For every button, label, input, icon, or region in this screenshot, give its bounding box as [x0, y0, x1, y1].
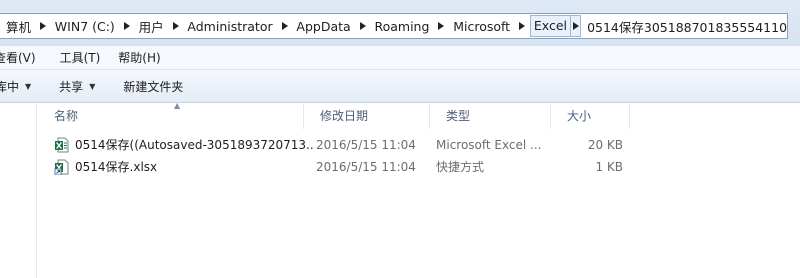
- file-row[interactable]: 0514保存.xlsx 2016/5/15 11:04 快捷方式 1 KB: [54, 157, 634, 177]
- file-modified: 2016/5/15 11:04: [316, 160, 416, 174]
- menu-tools[interactable]: 工具(T): [52, 49, 109, 66]
- address-bar[interactable]: 算机 WIN7 (C:) 用户 Administrator AppData Ro…: [0, 13, 788, 39]
- breadcrumb-microsoft[interactable]: Microsoft: [446, 14, 517, 38]
- file-row[interactable]: 0514保存((Autosaved-3051893720713... 2016/…: [54, 135, 634, 155]
- file-name[interactable]: 0514保存.xlsx: [75, 157, 315, 177]
- address-bar-area: 算机 WIN7 (C:) 用户 Administrator AppData Ro…: [0, 0, 800, 46]
- breadcrumb-separator-icon[interactable]: [280, 14, 290, 38]
- chevron-down-icon: ▼: [89, 81, 96, 91]
- breadcrumb-separator-icon[interactable]: [358, 14, 368, 38]
- column-header-name[interactable]: 名称: [38, 104, 304, 129]
- column-header-modified[interactable]: 修改日期: [304, 104, 430, 129]
- menu-help[interactable]: 帮助(H): [110, 49, 168, 66]
- include-in-library-button[interactable]: 库中 ▼: [0, 74, 40, 98]
- file-modified: 2016/5/15 11:04: [316, 138, 416, 152]
- menu-bar: 查看(V) 工具(T) 帮助(H): [0, 46, 800, 70]
- breadcrumb-label[interactable]: Microsoft: [446, 19, 517, 34]
- menu-view[interactable]: 查看(V): [0, 49, 44, 66]
- breadcrumb-label[interactable]: AppData: [289, 19, 357, 34]
- breadcrumb-drive[interactable]: WIN7 (C:): [48, 14, 122, 38]
- breadcrumb-appdata[interactable]: AppData: [289, 14, 357, 38]
- breadcrumb-excel[interactable]: Excel: [527, 14, 571, 38]
- share-label: 共享: [59, 79, 84, 94]
- file-list[interactable]: ▲ 名称 修改日期 类型 大小 0514保存((Autosaved-305189…: [38, 101, 800, 278]
- file-type: 快捷方式: [436, 160, 485, 174]
- file-size: 20 KB: [587, 138, 623, 152]
- navigation-pane[interactable]: [0, 104, 37, 278]
- command-toolbar: 库中 ▼ 共享 ▼ 新建文件夹: [0, 70, 800, 103]
- new-folder-label: 新建文件夹: [123, 79, 184, 94]
- excel-file-icon: [55, 137, 69, 153]
- chevron-down-icon: ▼: [25, 81, 32, 91]
- breadcrumb-separator-icon[interactable]: [436, 14, 446, 38]
- breadcrumb-current-folder[interactable]: 0514保存305188701835554110: [581, 17, 787, 36]
- new-folder-button[interactable]: 新建文件夹: [114, 74, 192, 98]
- include-in-library-label: 库中: [0, 79, 20, 94]
- breadcrumb-separator-icon[interactable]: [517, 14, 527, 38]
- file-type: Microsoft Excel ...: [436, 138, 542, 152]
- file-name[interactable]: 0514保存((Autosaved-3051893720713...: [75, 135, 315, 155]
- breadcrumb-label[interactable]: Excel: [529, 15, 571, 37]
- breadcrumb-label[interactable]: WIN7 (C:): [48, 19, 122, 34]
- breadcrumb-separator-icon[interactable]: [38, 14, 48, 38]
- breadcrumb-separator-icon[interactable]: [171, 14, 181, 38]
- column-header-row: ▲ 名称 修改日期 类型 大小: [38, 101, 800, 129]
- breadcrumb-label[interactable]: Roaming: [367, 19, 436, 34]
- breadcrumb-computer[interactable]: 算机: [0, 14, 38, 38]
- file-size: 1 KB: [595, 160, 623, 174]
- breadcrumb-users[interactable]: 用户: [132, 14, 171, 38]
- column-header-type[interactable]: 类型: [430, 104, 551, 129]
- breadcrumb-separator-icon[interactable]: [571, 15, 582, 37]
- breadcrumb-administrator[interactable]: Administrator: [180, 14, 279, 38]
- share-button[interactable]: 共享 ▼: [50, 74, 104, 98]
- breadcrumb-label[interactable]: 算机: [0, 17, 38, 36]
- excel-shortcut-icon: [54, 159, 69, 175]
- column-header-size[interactable]: 大小: [551, 104, 630, 129]
- breadcrumb-separator-icon[interactable]: [122, 14, 132, 38]
- breadcrumb-label[interactable]: 用户: [132, 17, 171, 36]
- breadcrumb-roaming[interactable]: Roaming: [367, 14, 436, 38]
- breadcrumb-label[interactable]: Administrator: [180, 19, 279, 34]
